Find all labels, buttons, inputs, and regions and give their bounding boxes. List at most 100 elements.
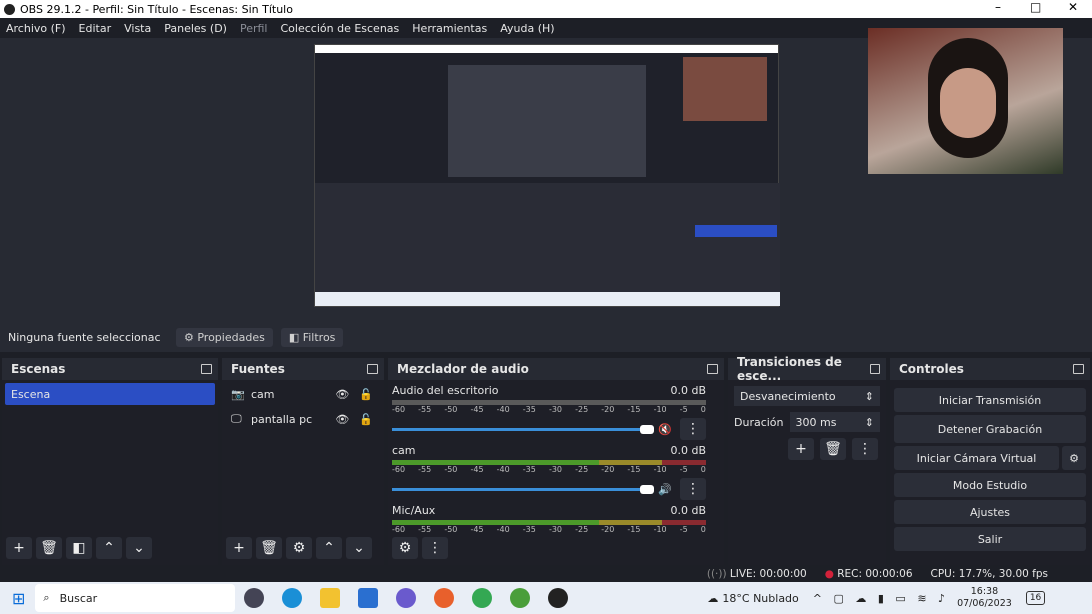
tick-label: -5 — [679, 465, 688, 474]
trash-icon[interactable]: 🗑 — [820, 438, 846, 460]
weather[interactable]: 18°C Nublado — [722, 592, 798, 605]
add-icon[interactable]: + — [788, 438, 814, 460]
undock-icon[interactable] — [870, 364, 880, 374]
volume-slider[interactable] — [392, 484, 654, 494]
menu-herramientas[interactable]: Herramientas — [412, 22, 487, 35]
eye-icon[interactable]: 👁 — [335, 413, 349, 426]
lock-icon[interactable]: 🔓 — [359, 388, 373, 401]
tick-label: -55 — [418, 525, 432, 534]
source-item[interactable]: 🖵 pantalla pc 👁 🔓 — [225, 408, 381, 430]
windows-start-icon[interactable]: ⊞ — [12, 589, 25, 608]
speaker-icon[interactable]: 🔊 — [650, 483, 680, 496]
mail-icon[interactable] — [358, 588, 379, 608]
channel-name: cam — [392, 444, 416, 457]
tick-label: -10 — [653, 405, 667, 414]
advanced-audio-icon[interactable]: ⚙ — [392, 537, 418, 559]
add-icon[interactable]: + — [226, 537, 252, 559]
tick-label: -55 — [418, 465, 432, 474]
tick-label: 0 — [700, 465, 706, 474]
menu-paneles[interactable]: Paneles (D) — [164, 22, 227, 35]
explorer-icon[interactable] — [320, 588, 341, 608]
tick-label: -20 — [601, 525, 615, 534]
lock-icon[interactable]: 🔓 — [359, 413, 373, 426]
tick-label: -40 — [496, 465, 510, 474]
tick-label: -20 — [601, 465, 615, 474]
weather-icon: ☁ — [707, 591, 719, 605]
tick-label: -35 — [522, 525, 536, 534]
mixer-channel: Mic/Aux 0.0 dB -60 -55 -50 -45 -40 -35 -30 -25 -2… — [392, 504, 706, 534]
dock-title: Escenas — [11, 362, 66, 376]
gear-icon[interactable]: ⚙ — [286, 537, 312, 559]
menu-coleccion[interactable]: Colección de Escenas — [281, 22, 400, 35]
start-streaming-button[interactable]: Iniciar Transmisión — [894, 388, 1086, 412]
exit-button[interactable]: Salir — [894, 527, 1086, 551]
task-view-icon[interactable] — [244, 588, 265, 608]
undock-icon[interactable] — [201, 364, 212, 374]
volume-slider[interactable] — [392, 424, 654, 434]
filter-icon[interactable]: ◧ — [66, 537, 92, 559]
menu-editar[interactable]: Editar — [79, 22, 112, 35]
updown-icon: ⇕ — [864, 389, 874, 403]
tick-label: -15 — [627, 405, 641, 414]
trash-icon[interactable]: 🗑 — [36, 537, 62, 559]
properties-button[interactable]: ⚙ Propiedades — [176, 327, 273, 347]
tick-label: -40 — [496, 405, 510, 414]
chevron-down-icon[interactable]: ⌄ — [346, 537, 372, 559]
more-icon[interactable]: ⋮ — [422, 537, 448, 559]
undock-icon[interactable] — [1073, 364, 1084, 374]
transition-select[interactable]: Desvanecimiento ⇕ — [734, 386, 880, 406]
menu-perfil[interactable]: Perfil — [240, 22, 268, 35]
chrome-icon[interactable] — [472, 588, 493, 608]
virtual-camera-gear-icon[interactable]: ⚙ — [1062, 446, 1086, 470]
more-icon[interactable]: ⋮ — [680, 478, 706, 500]
settings-button[interactable]: Ajustes — [894, 500, 1086, 524]
add-icon[interactable]: + — [6, 537, 32, 559]
notifications-icon[interactable]: 16 — [1025, 591, 1046, 605]
source-item[interactable]: 📷 cam 👁 🔓 — [225, 383, 381, 405]
clock[interactable]: 16:38 07/06/2023 — [957, 586, 1012, 610]
slider-handle[interactable] — [640, 424, 654, 434]
obs-icon[interactable] — [548, 588, 569, 608]
controls-dock: Controles Iniciar Transmisión Detener Gr… — [890, 358, 1090, 565]
menu-ayuda[interactable]: Ayuda (H) — [500, 22, 554, 35]
utorrent-icon[interactable] — [510, 588, 531, 608]
dock-title: Fuentes — [231, 362, 285, 376]
gear-icon: ⚙ — [184, 330, 198, 344]
app-icon[interactable] — [396, 588, 417, 608]
tick-label: -10 — [653, 465, 667, 474]
chevron-up-icon[interactable]: ⌃ — [96, 537, 122, 559]
maximize-button[interactable]: □ — [1030, 0, 1041, 14]
mixer-channel: Audio del escritorio 0.0 dB -60 -55 -50 -45-… — [392, 384, 706, 440]
chevron-down-icon[interactable]: ⌄ — [126, 537, 152, 559]
trash-icon[interactable]: 🗑 — [256, 537, 282, 559]
scene-item[interactable]: Escena — [5, 383, 215, 405]
tick-label: -30 — [548, 465, 563, 474]
eye-icon[interactable]: 👁 — [335, 388, 349, 401]
studio-mode-button[interactable]: Modo Estudio — [894, 473, 1086, 497]
firefox-icon[interactable] — [434, 588, 455, 608]
chevron-up-icon[interactable]: ⌃ — [316, 537, 342, 559]
menu-vista[interactable]: Vista — [124, 22, 151, 35]
filters-button[interactable]: ◧ Filtros — [280, 327, 344, 347]
tray-icons[interactable]: ^ ▢ ☁ ▮ ▭ ≋ ♪ — [813, 592, 949, 605]
close-button[interactable]: ✕ — [1068, 0, 1078, 14]
stop-recording-button[interactable]: Detener Grabación — [894, 415, 1086, 443]
tick-label: 0 — [700, 405, 706, 414]
search-box[interactable]: ⌕ Buscar — [35, 584, 236, 612]
tick-label: -10 — [653, 525, 667, 534]
channel-db: 0.0 dB — [670, 504, 706, 517]
more-icon[interactable]: ⋮ — [852, 438, 878, 460]
undock-icon[interactable] — [367, 364, 378, 374]
duration-spinbox[interactable]: 300 ms ⇕ — [789, 412, 880, 432]
tick-label: -25 — [575, 525, 589, 534]
undock-icon[interactable] — [707, 364, 718, 374]
more-icon[interactable]: ⋮ — [680, 418, 706, 440]
taskbar: ⊞ ⌕ Buscar ☁ 18°C Nublado ^ ▢ ☁ ▮ ▭ ≋ ♪ 1… — [0, 582, 1092, 614]
start-virtual-camera-button[interactable]: Iniciar Cámara Virtual — [894, 446, 1059, 470]
tick-label: -50 — [444, 465, 458, 474]
edge-icon[interactable] — [282, 588, 303, 608]
slider-handle[interactable] — [640, 484, 654, 494]
minimize-button[interactable]: – — [995, 0, 1001, 14]
muted-speaker-icon[interactable]: 🔇 — [650, 423, 680, 436]
menu-archivo[interactable]: Archivo (F) — [6, 22, 66, 35]
